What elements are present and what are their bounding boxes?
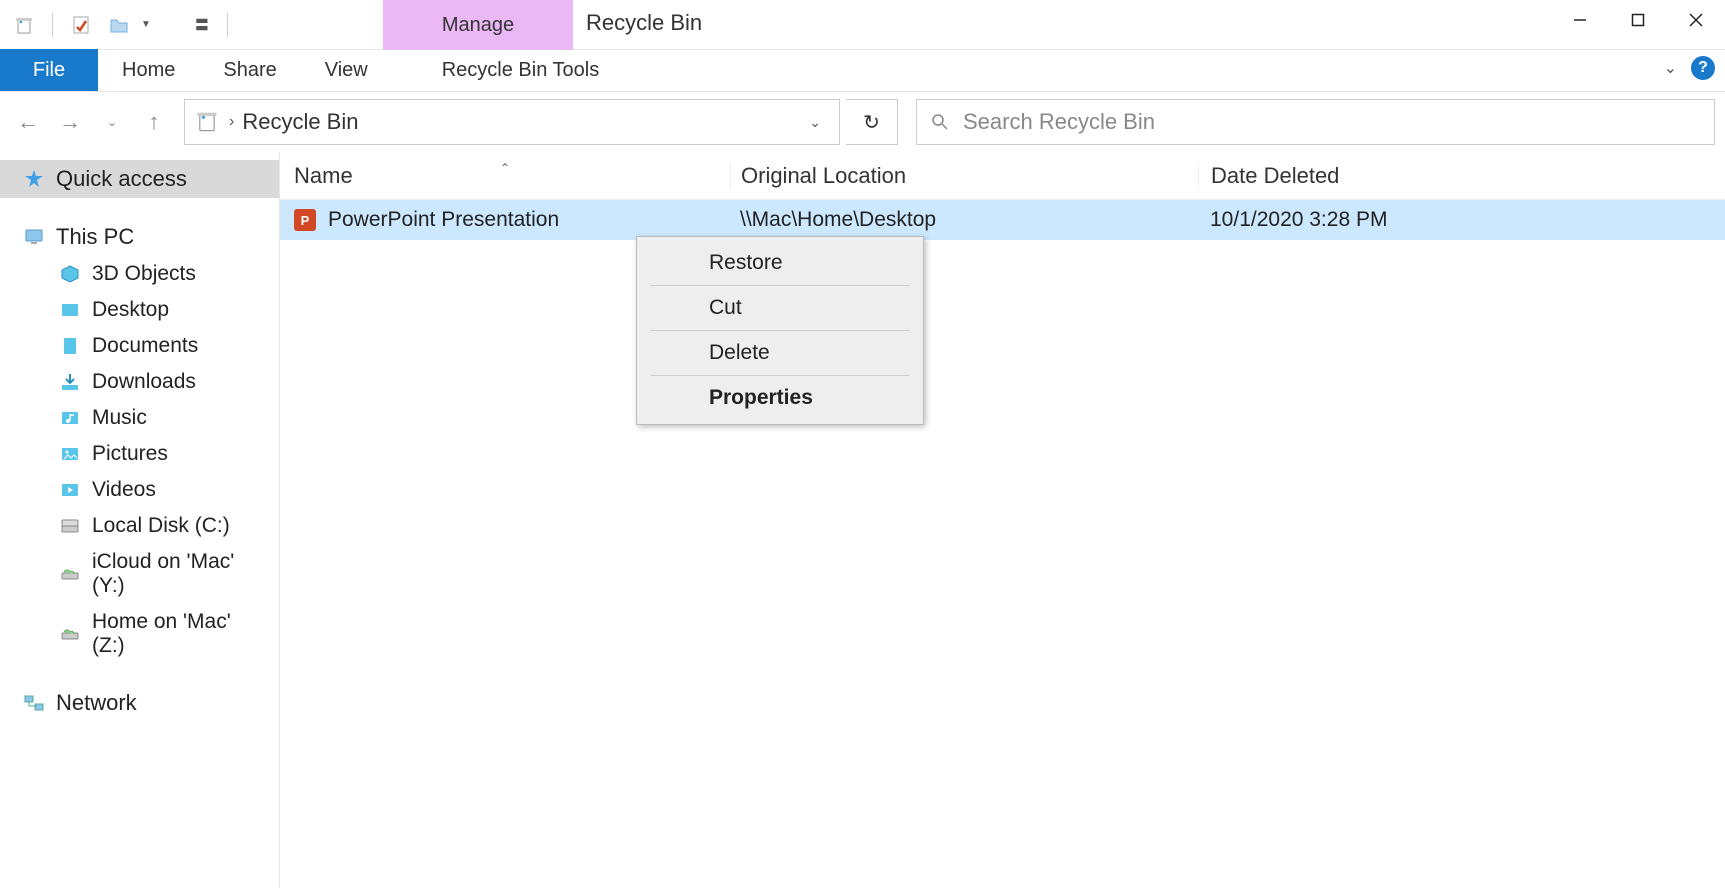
- sidebar-item-label: This PC: [56, 224, 134, 250]
- 3d-objects-icon: [58, 262, 82, 286]
- context-menu-properties[interactable]: Properties: [651, 376, 909, 420]
- sidebar-item-desktop[interactable]: Desktop: [0, 292, 279, 328]
- sidebar-item-label: iCloud on 'Mac' (Y:): [92, 550, 269, 598]
- sidebar-item-documents[interactable]: Documents: [0, 328, 279, 364]
- context-menu-restore[interactable]: Restore: [651, 241, 909, 286]
- column-header-name[interactable]: Name ⌃: [280, 163, 730, 189]
- sidebar-item-label: Downloads: [92, 370, 196, 394]
- pictures-icon: [58, 442, 82, 466]
- network-drive-icon: [58, 562, 82, 586]
- network-drive-icon: [58, 622, 82, 646]
- tab-share[interactable]: Share: [199, 50, 300, 92]
- separator: [52, 13, 53, 37]
- refresh-button[interactable]: ↻: [846, 99, 898, 145]
- forward-button[interactable]: →: [52, 104, 88, 140]
- recycle-bin-icon: [195, 109, 221, 135]
- search-icon: [931, 113, 949, 131]
- cell-location: \\Mac\Home\Desktop: [730, 208, 1198, 232]
- breadcrumb-separator-icon[interactable]: ›: [229, 113, 234, 131]
- search-box[interactable]: [916, 99, 1715, 145]
- sidebar-item-network[interactable]: Network: [0, 684, 279, 722]
- properties-icon[interactable]: [71, 15, 91, 35]
- sidebar-item-label: Music: [92, 406, 147, 430]
- network-icon: [22, 691, 46, 715]
- column-header-date[interactable]: Date Deleted: [1198, 163, 1725, 189]
- file-row[interactable]: P PowerPoint Presentation \\Mac\Home\Des…: [280, 200, 1725, 240]
- file-list-pane: Name ⌃ Original Location Date Deleted P …: [280, 152, 1725, 888]
- separator: [227, 13, 228, 37]
- context-menu-delete[interactable]: Delete: [651, 331, 909, 376]
- music-icon: [58, 406, 82, 430]
- tab-recycle-bin-tools[interactable]: Recycle Bin Tools: [418, 50, 623, 92]
- sidebar-item-label: Videos: [92, 478, 156, 502]
- close-button[interactable]: [1667, 0, 1725, 40]
- help-button[interactable]: ?: [1691, 56, 1715, 80]
- sort-indicator-icon: ⌃: [500, 161, 510, 175]
- new-folder-icon[interactable]: [109, 15, 129, 35]
- contextual-tab-header[interactable]: Manage: [383, 0, 573, 50]
- minimize-button[interactable]: [1551, 0, 1609, 40]
- ribbon-right: ⌄ ?: [1664, 56, 1715, 80]
- sidebar-item-label: Network: [56, 690, 137, 716]
- sidebar-item-label: Desktop: [92, 298, 169, 322]
- powerpoint-icon: P: [294, 209, 316, 231]
- context-menu-cut[interactable]: Cut: [651, 286, 909, 331]
- qat-customize-icon[interactable]: 〓: [195, 15, 209, 35]
- cell-date: 10/1/2020 3:28 PM: [1198, 208, 1725, 232]
- address-dropdown-icon[interactable]: ⌄: [801, 114, 829, 131]
- address-bar[interactable]: › Recycle Bin ⌄: [184, 99, 840, 145]
- column-label: Name: [294, 163, 353, 188]
- ribbon: File Home Share View Recycle Bin Tools ⌄…: [0, 50, 1725, 92]
- quick-access-icon: [22, 167, 46, 191]
- file-name: PowerPoint Presentation: [328, 208, 559, 232]
- titlebar: ▼ 〓 Manage Recycle Bin: [0, 0, 1725, 50]
- sidebar-item-videos[interactable]: Videos: [0, 472, 279, 508]
- search-input[interactable]: [963, 109, 1700, 135]
- column-header-location[interactable]: Original Location: [730, 163, 1198, 189]
- videos-icon: [58, 478, 82, 502]
- sidebar-item-this-pc[interactable]: This PC: [0, 218, 279, 256]
- sidebar-item-quick-access[interactable]: Quick access: [0, 160, 279, 198]
- recycle-bin-icon[interactable]: [14, 15, 34, 35]
- drive-icon: [58, 514, 82, 538]
- downloads-icon: [58, 370, 82, 394]
- recent-locations-icon[interactable]: ⌄: [94, 104, 130, 140]
- sidebar-item-local-disk[interactable]: Local Disk (C:): [0, 508, 279, 544]
- address-bar-row: ← → ⌄ ↑ › Recycle Bin ⌄ ↻: [0, 92, 1725, 152]
- sidebar-item-label: Local Disk (C:): [92, 514, 230, 538]
- window-controls: [1551, 0, 1725, 40]
- desktop-icon: [58, 298, 82, 322]
- tab-home[interactable]: Home: [98, 50, 199, 92]
- quick-access-toolbar: ▼ 〓: [0, 13, 228, 37]
- tab-view[interactable]: View: [301, 50, 392, 92]
- sidebar-item-label: Home on 'Mac' (Z:): [92, 610, 269, 658]
- navigation-pane: Quick access This PC 3D Objects Desktop …: [0, 152, 280, 888]
- documents-icon: [58, 334, 82, 358]
- this-pc-icon: [22, 225, 46, 249]
- column-headers: Name ⌃ Original Location Date Deleted: [280, 152, 1725, 200]
- breadcrumb-segment[interactable]: Recycle Bin: [242, 109, 801, 135]
- window-title: Recycle Bin: [586, 10, 702, 36]
- qat-dropdown-icon[interactable]: ▼: [141, 19, 151, 30]
- back-button[interactable]: ←: [10, 104, 46, 140]
- file-tab[interactable]: File: [0, 49, 98, 91]
- cell-name: P PowerPoint Presentation: [280, 208, 730, 232]
- sidebar-item-icloud-drive[interactable]: iCloud on 'Mac' (Y:): [0, 544, 279, 604]
- ribbon-expand-icon[interactable]: ⌄: [1664, 58, 1677, 78]
- sidebar-item-3d-objects[interactable]: 3D Objects: [0, 256, 279, 292]
- sidebar-item-pictures[interactable]: Pictures: [0, 436, 279, 472]
- context-menu: Restore Cut Delete Properties: [636, 236, 924, 425]
- sidebar-item-label: Quick access: [56, 166, 187, 192]
- up-button[interactable]: ↑: [136, 104, 172, 140]
- sidebar-item-label: Documents: [92, 334, 198, 358]
- sidebar-item-downloads[interactable]: Downloads: [0, 364, 279, 400]
- sidebar-item-music[interactable]: Music: [0, 400, 279, 436]
- sidebar-item-label: Pictures: [92, 442, 168, 466]
- sidebar-item-home-drive[interactable]: Home on 'Mac' (Z:): [0, 604, 279, 664]
- sidebar-item-label: 3D Objects: [92, 262, 196, 286]
- maximize-button[interactable]: [1609, 0, 1667, 40]
